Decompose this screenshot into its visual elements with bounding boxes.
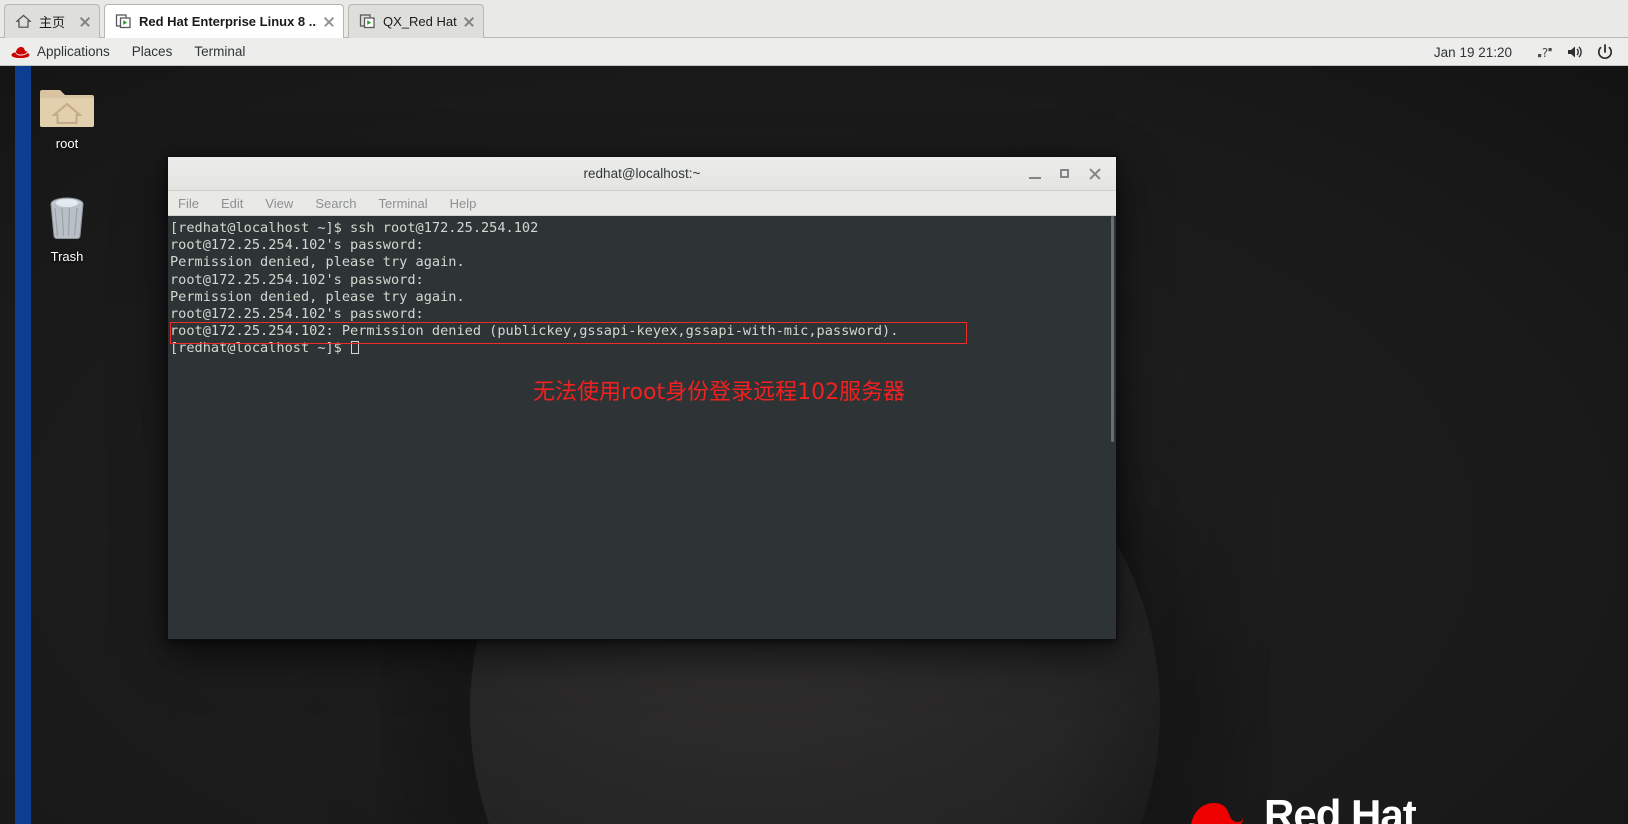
places-menu[interactable]: Places (121, 38, 184, 66)
panel-clock[interactable]: Jan 19 21:20 (1434, 45, 1512, 60)
desktop-icon-label: Trash (50, 249, 84, 264)
menu-file[interactable]: File (178, 196, 199, 211)
rhel-brand: Red Hat Enterprise Linux (1172, 791, 1516, 824)
terminal-menu-label: Terminal (194, 44, 246, 59)
menu-view[interactable]: View (265, 196, 293, 211)
close-icon[interactable] (77, 14, 93, 30)
block-cursor (351, 341, 360, 355)
wallpaper-blue-stripe (15, 66, 31, 824)
vm-window-icon (359, 13, 376, 30)
close-icon[interactable] (461, 14, 477, 30)
terminal-titlebar[interactable]: redhat@localhost:~ (168, 157, 1116, 191)
terminal-line: Permission denied, please try again. (170, 288, 465, 305)
close-button[interactable] (1080, 159, 1110, 189)
brand-line-1: Red Hat (1264, 791, 1417, 824)
terminal-prompt: [redhat@localhost ~]$ (170, 340, 351, 357)
terminal-title: redhat@localhost:~ (583, 166, 701, 181)
desktop-icon-root[interactable]: root (24, 78, 110, 151)
trash-icon (24, 191, 110, 243)
panel-status-area: Jan 19 21:20 ? (1434, 38, 1628, 66)
applications-menu[interactable]: Applications (0, 38, 121, 66)
terminal-line: root@172.25.254.102's password: (170, 237, 424, 254)
terminal-line: [redhat@localhost ~]$ ssh root@172.25.25… (170, 220, 539, 236)
red-hat-logo-icon (11, 45, 30, 59)
terminal-line: root@172.25.254.102: Permission denied (… (170, 323, 899, 340)
volume-icon[interactable] (1564, 41, 1586, 63)
browser-tabstrip: 主页 Red Hat Enterprise Linux 8 ... QX_Red… (0, 0, 1628, 38)
minimize-button[interactable] (1020, 159, 1050, 189)
gnome-top-panel: Applications Places Terminal Jan 19 21:2… (0, 38, 1628, 66)
home-folder-icon (24, 78, 110, 130)
places-menu-label: Places (131, 44, 173, 59)
terminal-line: Permission denied, please try again. (170, 254, 465, 271)
terminal-menubar: File Edit View Search Terminal Help (168, 191, 1116, 216)
screen-root: 主页 Red Hat Enterprise Linux 8 ... QX_Red… (0, 0, 1628, 824)
menu-search[interactable]: Search (315, 196, 356, 211)
terminal-line: root@172.25.254.102's password: (170, 306, 424, 323)
close-icon[interactable] (321, 14, 337, 30)
browser-tab-home[interactable]: 主页 (4, 4, 100, 38)
desktop-icon-trash[interactable]: Trash (24, 191, 110, 264)
svg-text:?: ? (1542, 46, 1548, 60)
terminal-window-buttons (1020, 157, 1110, 190)
browser-tab-label: Red Hat Enterprise Linux 8 ... (139, 14, 317, 29)
applications-menu-label: Applications (37, 44, 110, 59)
annotation-note: 无法使用root身份登录远程102服务器 (533, 380, 906, 405)
accessibility-icon[interactable]: ? (1534, 41, 1556, 63)
terminal-line: root@172.25.254.102's password: (170, 271, 424, 288)
maximize-button[interactable] (1050, 159, 1080, 189)
browser-tab-rhel8[interactable]: Red Hat Enterprise Linux 8 ... (104, 4, 344, 38)
menu-edit[interactable]: Edit (221, 196, 243, 211)
vm-window-icon (115, 13, 132, 30)
menu-help[interactable]: Help (450, 196, 477, 211)
desktop-icon-label: root (55, 136, 79, 151)
browser-tab-qx-redhat[interactable]: QX_Red Hat (348, 4, 484, 38)
red-hat-fedora-icon (1172, 796, 1254, 824)
power-icon[interactable] (1594, 41, 1616, 63)
terminal-body[interactable]: [redhat@localhost ~]$ ssh root@172.25.25… (168, 216, 1116, 639)
browser-tab-label: QX_Red Hat (383, 14, 457, 29)
scrollbar-thumb[interactable] (1111, 216, 1114, 442)
home-icon (15, 13, 32, 30)
browser-tab-label: 主页 (39, 15, 66, 30)
terminal-scrollbar[interactable] (1110, 216, 1116, 639)
menu-terminal[interactable]: Terminal (379, 196, 428, 211)
terminal-menu[interactable]: Terminal (183, 38, 256, 66)
terminal-output: [redhat@localhost ~]$ ssh root@172.25.25… (170, 220, 898, 358)
